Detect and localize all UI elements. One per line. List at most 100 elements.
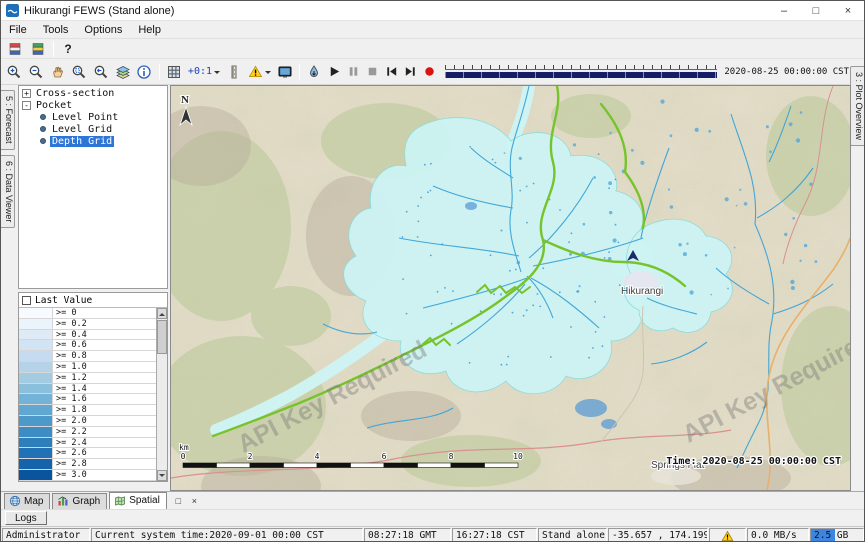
right-tab-strip: 3 : Plot Overview — [849, 61, 864, 491]
archive-button[interactable] — [27, 39, 49, 59]
collapse-icon[interactable]: - — [22, 101, 31, 110]
scale-tick-label: 0 — [181, 452, 186, 461]
panel-tab-3-plot-overview[interactable]: 3 : Plot Overview — [850, 66, 864, 146]
menu-help[interactable]: Help — [130, 23, 169, 37]
status-alerts — [709, 528, 746, 542]
legend-color-swatch — [19, 394, 53, 404]
zoom-out-button[interactable] — [26, 62, 47, 82]
timeline-slider[interactable] — [445, 64, 717, 79]
legend-row: >= 1.2 — [19, 373, 156, 384]
map-canvas[interactable]: API Key Required API Key Required Hikura… — [171, 86, 850, 490]
tree-item-depth-grid[interactable]: Depth Grid — [19, 135, 167, 147]
scrollbar-thumb[interactable] — [157, 320, 167, 354]
info-button[interactable] — [134, 62, 155, 82]
node-bullet-icon — [40, 126, 46, 132]
maximize-button[interactable]: □ — [800, 1, 832, 21]
legend-panel: Last Value >= 0>= 0.2>= 0.4>= 0.6>= 0.8>… — [18, 292, 168, 482]
play-button[interactable] — [326, 62, 344, 82]
help-button[interactable]: ? — [58, 39, 78, 59]
layer-tree: +Cross-section-PocketLevel PointLevel Gr… — [18, 85, 168, 289]
record-button[interactable] — [420, 62, 438, 82]
layers-button[interactable] — [112, 62, 133, 82]
menu-tools[interactable]: Tools — [35, 23, 77, 37]
timeline-track — [445, 65, 717, 70]
status-bar: AdministratorCurrent system time:2020-09… — [1, 526, 864, 542]
last-value-checkbox[interactable] — [22, 296, 31, 305]
legend-row: >= 2.8 — [19, 459, 156, 470]
zoom-in-button[interactable] — [4, 62, 25, 82]
legend-label: >= 1.4 — [53, 384, 87, 394]
scale-ruler-button[interactable] — [224, 62, 245, 82]
stop-button[interactable] — [364, 62, 382, 82]
tab-spatial[interactable]: Spatial — [109, 492, 167, 509]
tree-item-cross-section[interactable]: +Cross-section — [19, 87, 167, 99]
close-button[interactable]: × — [832, 1, 864, 21]
scroll-down-icon[interactable] — [157, 470, 167, 481]
logs-button[interactable]: Logs — [5, 511, 47, 525]
map-view[interactable]: API Key Required API Key Required Hikura… — [170, 85, 851, 491]
close-panel-button[interactable]: × — [188, 494, 201, 507]
status-local-time: 16:27:18 CST — [452, 528, 537, 542]
bottom-tabs-holder: Map Graph Spatial — [4, 492, 169, 509]
grid-display-button[interactable] — [164, 62, 185, 82]
tab-label: Graph — [72, 496, 100, 507]
zoom-box-icon — [71, 64, 87, 80]
legend-row: >= 0.2 — [19, 319, 156, 330]
tab-graph[interactable]: Graph — [52, 493, 107, 509]
menu-options[interactable]: Options — [76, 23, 130, 37]
legend-row: >= 1.8 — [19, 405, 156, 416]
database-button[interactable] — [4, 39, 26, 59]
pan-button[interactable] — [47, 62, 68, 82]
current-datetime: 2020-08-25 00:00:00 CST — [724, 67, 849, 77]
toolbar-separator — [159, 64, 160, 80]
node-bullet-icon — [40, 114, 46, 120]
expand-icon[interactable]: + — [22, 89, 31, 98]
minimize-button[interactable]: – — [768, 1, 800, 21]
animation-display-button[interactable] — [274, 62, 295, 82]
status-text: 16:27:18 CST — [456, 530, 525, 541]
legend-label: >= 3.0 — [53, 470, 87, 480]
time-step-control[interactable]: +0:1 — [185, 62, 222, 82]
tree-item-pocket[interactable]: -Pocket — [19, 99, 167, 111]
legend-color-swatch — [19, 351, 53, 361]
tab-map[interactable]: Map — [4, 493, 50, 509]
archive-icon — [30, 41, 46, 57]
skip-start-button[interactable] — [382, 62, 400, 82]
legend-color-swatch — [19, 427, 53, 437]
status-text: 2.5 GB — [814, 530, 848, 541]
warning-icon — [721, 530, 734, 542]
pause-button[interactable] — [345, 62, 363, 82]
panel-tab-5-forecast[interactable]: 5 : Forecast — [1, 90, 15, 150]
legend-row: >= 1.4 — [19, 384, 156, 395]
status-text: Stand alone — [542, 530, 605, 541]
warnings-dropdown[interactable] — [245, 62, 273, 82]
status-gmt-time: 08:27:18 GMT — [364, 528, 451, 542]
timeline-period-bar — [445, 72, 717, 78]
float-panel-button[interactable]: □ — [172, 494, 185, 507]
status-network: 0.0 MB/s — [747, 528, 809, 542]
ruler-icon — [226, 64, 242, 80]
legend-scrollbar[interactable] — [156, 308, 167, 481]
legend-row: >= 1.6 — [19, 394, 156, 405]
legend-label: >= 0 — [53, 308, 76, 318]
tracer-button[interactable] — [304, 62, 325, 82]
zoom-box-button[interactable] — [69, 62, 90, 82]
status-text: 08:27:18 GMT — [368, 530, 437, 541]
legend-row: >= 0.8 — [19, 351, 156, 362]
scroll-up-icon[interactable] — [157, 308, 167, 319]
scale-tick-label: 8 — [449, 452, 454, 461]
legend-color-swatch — [19, 448, 53, 458]
pan-hand-icon — [50, 64, 66, 80]
scale-tick-label: 10 — [513, 452, 523, 461]
panel-tab-6-data-viewer[interactable]: 6 : Data Viewer — [1, 155, 15, 228]
skip-end-button[interactable] — [401, 62, 419, 82]
legend-list: >= 0>= 0.2>= 0.4>= 0.6>= 0.8>= 1.0>= 1.2… — [19, 308, 156, 481]
legend-color-swatch — [19, 405, 53, 415]
legend-color-swatch — [19, 470, 53, 480]
zoom-previous-button[interactable] — [91, 62, 112, 82]
tree-item-level-grid[interactable]: Level Grid — [19, 123, 167, 135]
legend-row: >= 2.4 — [19, 438, 156, 449]
legend-row: >= 2.6 — [19, 448, 156, 459]
menu-file[interactable]: File — [1, 23, 35, 37]
tree-item-level-point[interactable]: Level Point — [19, 111, 167, 123]
